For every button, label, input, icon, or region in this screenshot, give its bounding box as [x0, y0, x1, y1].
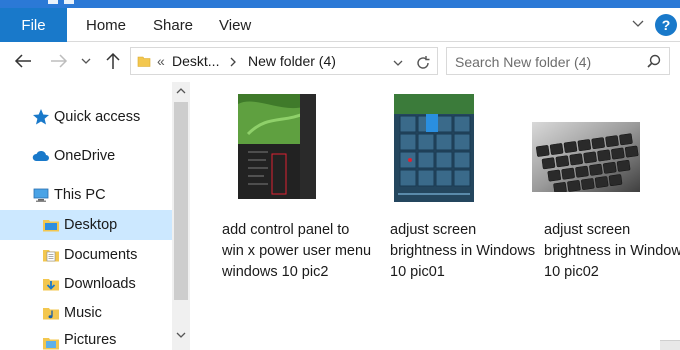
sidebar-item-label: OneDrive	[54, 148, 116, 164]
computer-icon	[33, 188, 49, 202]
file-name: adjust screen brightness in Windows 10 p…	[544, 222, 680, 280]
sidebar-item-label: Desktop	[64, 217, 118, 233]
quick-access-toolbar-icon[interactable]	[48, 0, 58, 4]
properties-icon[interactable]	[64, 0, 74, 4]
desktop-folder-icon	[43, 220, 59, 232]
expand-ribbon-chevron-icon[interactable]	[631, 17, 645, 31]
search-box[interactable]: Search New folder (4)	[446, 47, 670, 75]
tab-share[interactable]: Share	[153, 8, 193, 42]
nav-pane-scrollbar[interactable]	[172, 82, 190, 350]
forward-arrow-icon	[51, 54, 68, 68]
pictures-icon	[43, 338, 59, 350]
sidebar-item-label: Pictures	[64, 332, 117, 348]
file-list: add control panel to win x power user me…	[190, 82, 680, 350]
address-bar[interactable]: « Deskt... New folder (4)	[130, 47, 438, 75]
breadcrumb-current-folder[interactable]: New folder (4)	[248, 53, 336, 69]
help-icon[interactable]: ?	[655, 14, 677, 36]
breadcrumb-desktop[interactable]: Deskt...	[172, 53, 219, 69]
sidebar-item-label: Documents	[64, 247, 138, 263]
file-item[interactable]: add control panel to win x power user me…	[218, 90, 371, 300]
forward-button[interactable]	[48, 50, 70, 72]
file-item[interactable]: adjust screen brightness in Windows 10 p…	[388, 90, 538, 300]
folder-icon	[137, 56, 151, 67]
ribbon-tabs: File Home Share View ?	[0, 8, 680, 42]
documents-icon	[43, 250, 59, 262]
tab-view[interactable]: View	[219, 8, 251, 42]
status-bar-corner	[660, 340, 680, 350]
file-thumbnail	[394, 94, 474, 202]
chevron-right-icon[interactable]	[229, 57, 237, 67]
sidebar-item-desktop[interactable]: Desktop	[0, 210, 172, 240]
scroll-up-icon[interactable]	[176, 86, 186, 96]
music-icon	[43, 308, 59, 320]
search-icon[interactable]	[647, 54, 661, 68]
title-bar	[0, 0, 680, 8]
file-name: adjust screen brightness in Windows 10 p…	[390, 222, 536, 280]
address-row: « Deskt... New folder (4) Search New fol…	[0, 42, 680, 82]
search-input[interactable]: Search New folder (4)	[455, 54, 591, 70]
star-icon	[33, 109, 49, 125]
refresh-icon[interactable]	[415, 55, 431, 71]
sidebar-item-label: Downloads	[64, 276, 136, 292]
file-thumbnail	[532, 122, 640, 192]
sidebar-item-this-pc[interactable]: This PC	[0, 180, 172, 210]
cloud-icon	[32, 150, 49, 161]
path-overflow-icon[interactable]: «	[157, 53, 165, 69]
up-button[interactable]	[102, 50, 124, 72]
up-arrow-icon	[106, 52, 120, 69]
sidebar-item-label: Quick access	[54, 109, 141, 125]
file-name: add control panel to win x power user me…	[222, 222, 372, 280]
sidebar-item-label: Music	[64, 305, 102, 321]
tab-home[interactable]: Home	[86, 8, 126, 42]
downloads-icon	[43, 279, 59, 291]
scroll-down-icon[interactable]	[176, 330, 186, 340]
recent-locations-button[interactable]	[78, 50, 94, 72]
sidebar-item-quick-access[interactable]: Quick access	[0, 102, 172, 132]
chevron-down-icon	[81, 58, 91, 64]
sidebar-item-pictures[interactable]: Pictures	[0, 328, 172, 350]
scrollbar-thumb[interactable]	[174, 102, 188, 300]
thumbnail-image	[394, 94, 474, 202]
file-item[interactable]: adjust screen brightness in Windows 10 p…	[532, 90, 680, 300]
tab-file[interactable]: File	[0, 8, 67, 42]
back-arrow-icon	[14, 54, 31, 68]
sidebar-item-label: This PC	[54, 187, 106, 203]
sidebar-item-music[interactable]: Music	[0, 298, 172, 328]
sidebar-item-documents[interactable]: Documents	[0, 240, 172, 270]
thumbnail-image	[532, 122, 640, 192]
back-button[interactable]	[12, 50, 34, 72]
file-thumbnail	[238, 94, 316, 199]
sidebar-item-downloads[interactable]: Downloads	[0, 269, 172, 299]
sidebar-item-onedrive[interactable]: OneDrive	[0, 141, 172, 171]
navigation-pane: Quick access OneDrive This PC Desktop Do…	[0, 82, 172, 350]
thumbnail-image	[238, 94, 316, 199]
address-dropdown-icon[interactable]	[393, 58, 403, 68]
